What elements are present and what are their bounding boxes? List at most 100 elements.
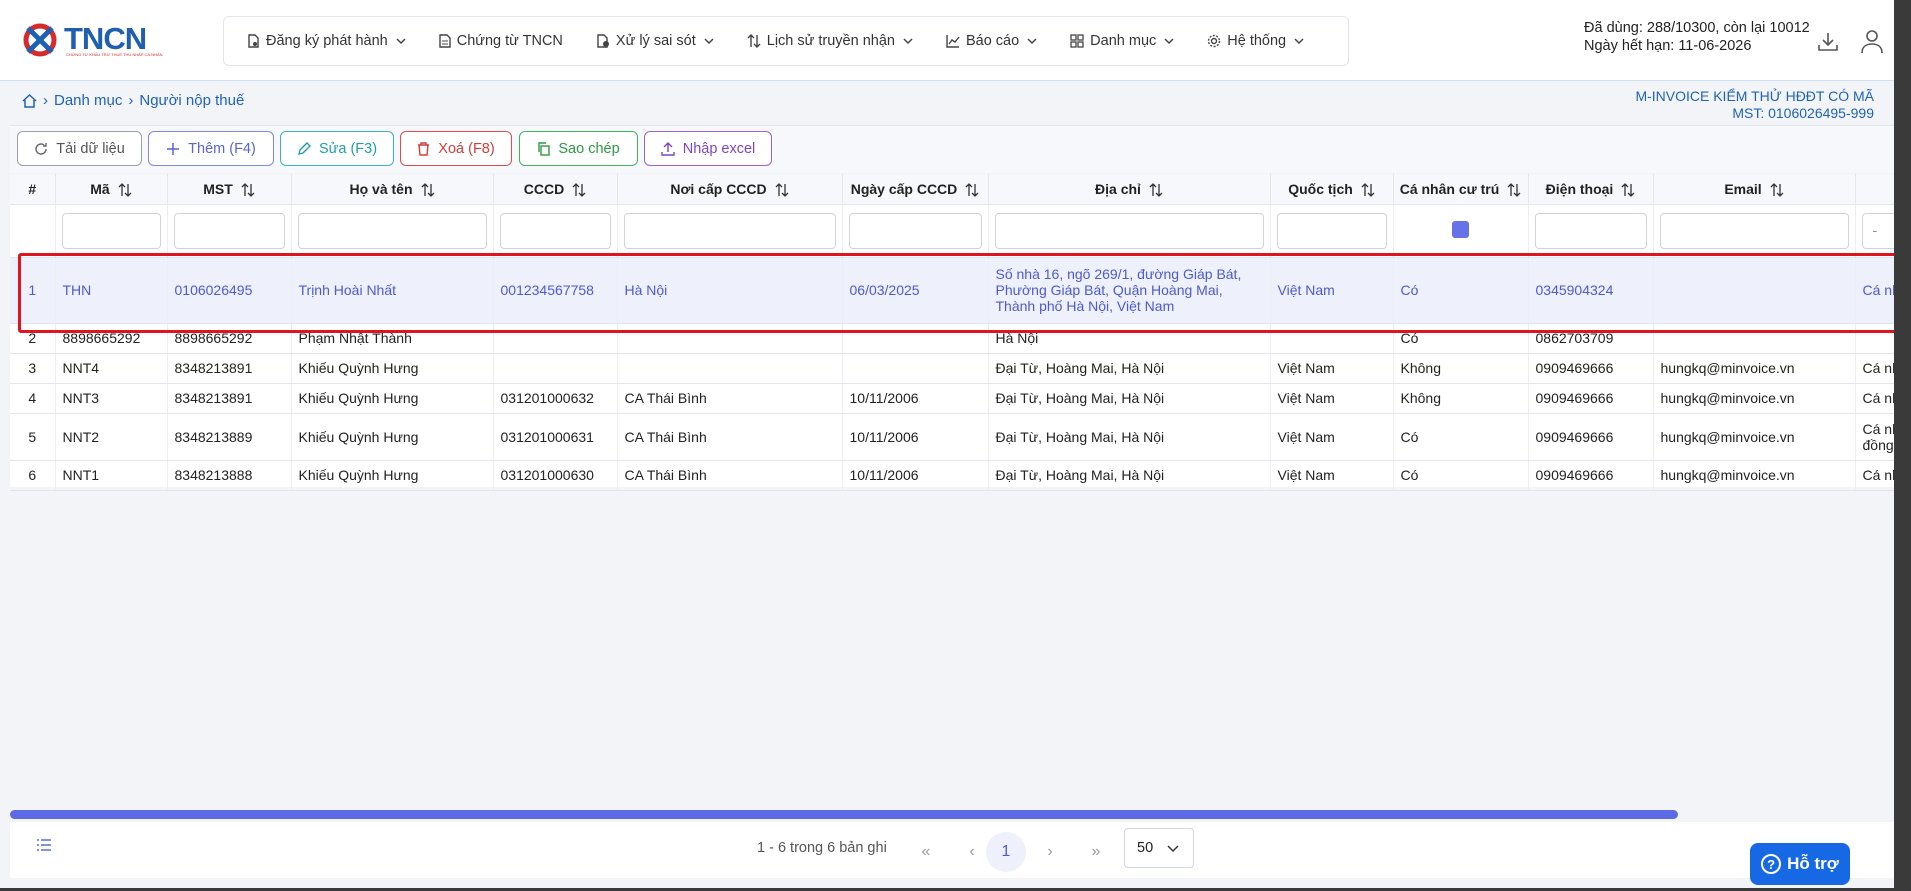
chevron-down-icon	[1167, 845, 1179, 853]
table-row[interactable]: 2 8898665292 8898665292 Phạm Nhật Thành …	[10, 323, 1894, 354]
help-button[interactable]: ? Hỗ trợ	[1750, 843, 1850, 885]
first-page-button[interactable]: «	[906, 832, 946, 872]
next-page-button[interactable]: ›	[1030, 832, 1070, 872]
filter-name-input[interactable]	[297, 212, 487, 249]
sort-icon[interactable]	[775, 182, 789, 197]
transfer-icon	[747, 34, 761, 48]
page-button-current[interactable]: 1	[986, 832, 1026, 872]
nav-item-catalog[interactable]: Danh mục	[1070, 17, 1174, 65]
toolbar: Tải dữ liệu Thêm (F4) Sửa (F3) Xoá (F8) …	[10, 125, 1894, 173]
filter-row: -	[10, 204, 1894, 258]
col-header-resident[interactable]: Cá nhân cư trú	[1393, 174, 1529, 205]
logo-mark-icon	[23, 23, 57, 57]
col-header-phone[interactable]: Điện thoại	[1528, 174, 1654, 205]
col-header-address[interactable]: Địa chỉ	[988, 174, 1271, 205]
nav-item-history[interactable]: Lịch sử truyền nhận	[747, 17, 913, 65]
sort-icon[interactable]	[572, 182, 586, 197]
sort-icon[interactable]	[1149, 182, 1163, 197]
nav-label: Đăng ký phát hành	[266, 33, 388, 49]
col-header-email[interactable]: Email	[1653, 174, 1856, 205]
reload-label: Tải dữ liệu	[56, 140, 125, 157]
col-header-nationality[interactable]: Quốc tịch	[1270, 174, 1394, 205]
pagination-bar: 1 - 6 trong 6 bản ghi « ‹ 1 › » 50	[10, 822, 1894, 878]
per-page-select[interactable]: 50	[1124, 828, 1194, 868]
add-button[interactable]: Thêm (F4)	[148, 131, 274, 166]
nav-item-system[interactable]: Hệ thống	[1207, 17, 1304, 65]
copy-label: Sao chép	[558, 140, 620, 157]
nav-label: Chứng từ TNCN	[456, 33, 563, 49]
nav-label: Danh mục	[1090, 33, 1157, 49]
table-row[interactable]: 6 NNT1 8348213888 Khiếu Quỳnh Hưng 03120…	[10, 460, 1894, 491]
taxpayer-table: # Mã MST Họ và tên CCCD Nơi cấp CCCD Ngà…	[10, 174, 1894, 491]
chart-line-icon	[946, 35, 960, 48]
filter-extra-select[interactable]: -	[1861, 212, 1894, 249]
nav-label: Lịch sử truyền nhận	[766, 33, 895, 49]
col-header-code[interactable]: Mã	[55, 174, 168, 205]
chevron-down-icon	[1294, 38, 1304, 45]
breadcrumb-item-taxpayer[interactable]: Người nộp thuế	[139, 92, 244, 109]
filter-code-input[interactable]	[61, 212, 161, 249]
filter-cccd-input[interactable]	[499, 212, 611, 249]
file-settings-icon	[248, 34, 259, 48]
logo-subtitle: CHỨNG TỪ KHẤU TRỪ THUẾ THU NHẬP CÁ NHÂN	[66, 52, 163, 57]
sort-icon[interactable]	[965, 182, 979, 197]
copy-button[interactable]: Sao chép	[519, 131, 638, 166]
grid-icon	[1070, 34, 1084, 48]
breadcrumb-separator-icon: ›	[128, 92, 134, 109]
sort-icon[interactable]	[1361, 182, 1375, 197]
sort-icon[interactable]	[241, 182, 255, 197]
nav-item-errors[interactable]: Xử lý sai sót	[596, 17, 714, 65]
app-logo[interactable]: TNCN CHỨNG TỪ KHẤU TRỪ THUẾ THU NHẬP CÁ …	[20, 18, 180, 62]
horizontal-scrollbar[interactable]	[10, 810, 1678, 819]
chevron-down-icon	[704, 38, 714, 45]
gear-icon	[1208, 34, 1221, 48]
filter-nationality-input[interactable]	[1276, 212, 1387, 249]
col-header-name[interactable]: Họ và tên	[291, 174, 494, 205]
table-row[interactable]: 3 NNT4 8348213891 Khiếu Quỳnh Hưng Đại T…	[10, 353, 1894, 384]
filter-phone-input[interactable]	[1534, 212, 1647, 249]
trash-icon	[418, 141, 430, 156]
nav-label: Xử lý sai sót	[615, 33, 696, 49]
breadcrumb: › Danh mục › Người nộp thuế	[22, 92, 244, 109]
home-icon[interactable]	[22, 93, 37, 108]
reload-button[interactable]: Tải dữ liệu	[17, 131, 142, 166]
filter-resident-checkbox[interactable]	[1452, 220, 1469, 238]
nav-item-register[interactable]: Đăng ký phát hành	[246, 17, 406, 65]
filter-mst-input[interactable]	[173, 212, 285, 249]
table-row[interactable]: 1 THN 0106026495 Trịnh Hoài Nhất 0012345…	[10, 257, 1894, 324]
breadcrumb-item-catalog[interactable]: Danh mục	[54, 92, 122, 109]
col-header-cccd-place[interactable]: Nơi cấp CCCD	[617, 174, 843, 205]
nav-item-tncn-docs[interactable]: Chứng từ TNCN	[439, 17, 563, 65]
filter-cccd-place-input[interactable]	[623, 212, 836, 249]
sort-icon[interactable]	[1621, 182, 1635, 197]
file-error-icon	[597, 34, 609, 48]
table-row[interactable]: 5 NNT2 8348213889 Khiếu Quỳnh Hưng 03120…	[10, 413, 1894, 461]
last-page-button[interactable]: »	[1076, 832, 1116, 872]
delete-button[interactable]: Xoá (F8)	[400, 131, 512, 166]
import-excel-button[interactable]: Nhập excel	[644, 131, 772, 166]
user-icon[interactable]	[1860, 28, 1884, 54]
sort-icon[interactable]	[421, 182, 435, 197]
copy-icon	[538, 141, 551, 156]
company-mst: MST: 0106026495-999	[1732, 105, 1874, 121]
nav-item-reports[interactable]: Báo cáo	[946, 17, 1037, 65]
chevron-down-icon	[1164, 38, 1174, 45]
main-nav: Đăng ký phát hành Chứng từ TNCN Xử lý sa…	[223, 16, 1349, 66]
window-edge	[1894, 0, 1911, 891]
sort-icon[interactable]	[1770, 182, 1784, 197]
filter-cccd-date-input[interactable]	[848, 212, 982, 249]
filter-email-input[interactable]	[1659, 212, 1849, 249]
sort-icon[interactable]	[118, 182, 132, 197]
usage-info: Đã dùng: 288/10300, còn lại 10012 Ngày h…	[1584, 19, 1814, 55]
sort-icon[interactable]	[1507, 182, 1521, 197]
edit-button[interactable]: Sửa (F3)	[280, 131, 394, 166]
chevron-down-icon	[1027, 38, 1037, 45]
col-header-mst[interactable]: MST	[167, 174, 292, 205]
col-header-cccd[interactable]: CCCD	[493, 174, 618, 205]
table-row[interactable]: 4 NNT3 8348213891 Khiếu Quỳnh Hưng 03120…	[10, 383, 1894, 414]
list-icon[interactable]	[36, 838, 52, 852]
col-header-cccd-date[interactable]: Ngày cấp CCCD	[842, 174, 989, 205]
filter-address-input[interactable]	[994, 212, 1264, 249]
nav-label: Báo cáo	[965, 33, 1020, 49]
download-icon[interactable]	[1816, 30, 1840, 54]
